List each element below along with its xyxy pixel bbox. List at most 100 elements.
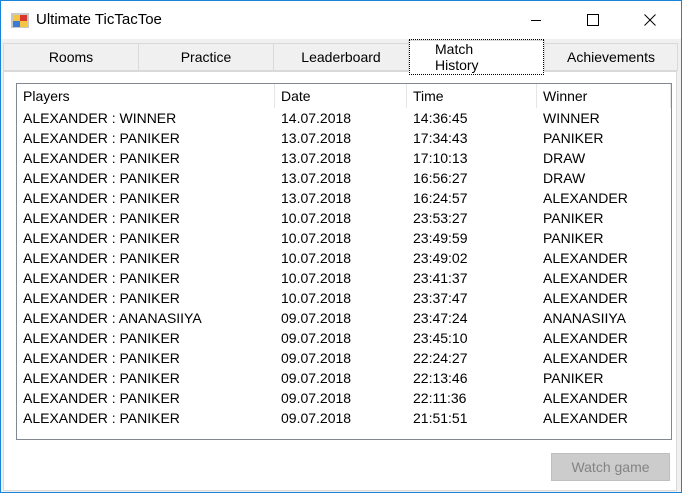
cell-winner: ALEXANDER: [543, 250, 628, 266]
close-button[interactable]: [627, 1, 673, 39]
cell-time: 14:36:45: [413, 110, 468, 126]
cell-players: ALEXANDER : PANIKER: [23, 230, 180, 246]
cell-winner: PANIKER: [543, 230, 604, 246]
table-row[interactable]: ALEXANDER : PANIKER 09.07.2018 22:24:27 ALE…: [17, 348, 671, 368]
column-header-date[interactable]: Date: [275, 84, 407, 108]
minimize-button[interactable]: [513, 1, 559, 39]
cell-date: 13.07.2018: [281, 190, 352, 206]
cell-players: ALEXANDER : WINNER: [23, 110, 177, 126]
cell-date: 10.07.2018: [281, 270, 352, 286]
cell-time: 16:56:27: [413, 170, 468, 186]
cell-players: ALEXANDER : PANIKER: [23, 170, 180, 186]
table-row[interactable]: ALEXANDER : PANIKER 10.07.2018 23:41:37 ALE…: [17, 268, 671, 288]
cell-players: ALEXANDER : PANIKER: [23, 330, 180, 346]
close-icon: [644, 14, 656, 26]
table-row[interactable]: ALEXANDER : PANIKER 13.07.2018 16:56:27 DRA…: [17, 168, 671, 188]
cell-players: ALEXANDER : PANIKER: [23, 410, 180, 426]
tab-achievements[interactable]: Achievements: [544, 43, 678, 71]
cell-time: 22:11:36: [413, 390, 467, 406]
column-header-time[interactable]: Time: [407, 84, 537, 108]
cell-date: 09.07.2018: [281, 310, 352, 326]
cell-time: 22:24:27: [413, 350, 468, 366]
cell-players: ALEXANDER : PANIKER: [23, 250, 180, 266]
table-row[interactable]: ALEXANDER : PANIKER 10.07.2018 23:49:02 ALE…: [17, 248, 671, 268]
table-row[interactable]: ALEXANDER : PANIKER 10.07.2018 23:37:47 ALE…: [17, 288, 671, 308]
table-row[interactable]: ALEXANDER : PANIKER 10.07.2018 23:49:59 PAN…: [17, 228, 671, 248]
tab-label: Rooms: [48, 49, 94, 65]
watch-game-label: Watch game: [571, 459, 650, 475]
tab-practice[interactable]: Practice: [138, 43, 274, 71]
cell-players: ALEXANDER : PANIKER: [23, 210, 180, 226]
table-row[interactable]: ALEXANDER : WINNER 14.07.2018 14:36:45 WINN…: [17, 108, 671, 128]
cell-date: 14.07.2018: [281, 110, 352, 126]
cell-winner: ALEXANDER: [543, 350, 628, 366]
cell-date: 09.07.2018: [281, 390, 352, 406]
table-row[interactable]: ALEXANDER : PANIKER 09.07.2018 21:51:51 ALE…: [17, 408, 671, 428]
cell-date: 09.07.2018: [281, 410, 352, 426]
minimize-icon: [531, 20, 541, 21]
window-title: Ultimate TicTacToe: [36, 11, 162, 28]
list-rows: ALEXANDER : WINNER 14.07.2018 14:36:45 WINN…: [17, 108, 671, 428]
tab-leaderboard[interactable]: Leaderboard: [273, 43, 409, 71]
cell-date: 09.07.2018: [281, 350, 352, 366]
tab-label: Leaderboard: [301, 49, 381, 65]
table-row[interactable]: ALEXANDER : PANIKER 09.07.2018 22:13:46 PAN…: [17, 368, 671, 388]
cell-winner: PANIKER: [543, 210, 604, 226]
table-row[interactable]: ALEXANDER : PANIKER 13.07.2018 17:34:43 PAN…: [17, 128, 671, 148]
table-row[interactable]: ALEXANDER : ANANASIIYA 09.07.2018 23:47:24…: [17, 308, 671, 328]
cell-winner: ALEXANDER: [543, 270, 628, 286]
cell-players: ALEXANDER : PANIKER: [23, 350, 180, 366]
maximize-button[interactable]: [570, 1, 616, 39]
cell-winner: ALEXANDER: [543, 390, 628, 406]
cell-players: ALEXANDER : PANIKER: [23, 270, 180, 286]
cell-time: 23:45:10: [413, 330, 468, 346]
cell-winner: ALEXANDER: [543, 290, 628, 306]
match-history-list[interactable]: Players Date Time Winner ALEXANDER : WIN…: [16, 83, 672, 440]
maximize-icon: [587, 14, 599, 26]
cell-time: 16:24:57: [413, 190, 468, 206]
cell-date: 13.07.2018: [281, 150, 352, 166]
cell-time: 23:49:59: [413, 230, 468, 246]
cell-time: 17:34:43: [413, 130, 468, 146]
cell-date: 09.07.2018: [281, 330, 352, 346]
app-window: Ultimate TicTacToe Rooms Practice Leader…: [0, 0, 682, 493]
cell-date: 10.07.2018: [281, 290, 352, 306]
table-row[interactable]: ALEXANDER : PANIKER 13.07.2018 16:24:57 ALE…: [17, 188, 671, 208]
cell-date: 13.07.2018: [281, 170, 352, 186]
tab-rooms[interactable]: Rooms: [3, 43, 139, 71]
column-header-winner[interactable]: Winner: [537, 84, 671, 108]
column-header-players[interactable]: Players: [17, 84, 275, 108]
tab-bar: Rooms Practice Leaderboard Match History…: [1, 38, 681, 75]
title-bar[interactable]: Ultimate TicTacToe: [1, 1, 681, 39]
cell-winner: ALEXANDER: [543, 190, 628, 206]
cell-players: ALEXANDER : PANIKER: [23, 290, 180, 306]
tab-label: Achievements: [567, 49, 655, 65]
cell-players: ALEXANDER : PANIKER: [23, 370, 180, 386]
cell-time: 23:41:37: [413, 270, 468, 286]
cell-winner: ALEXANDER: [543, 410, 628, 426]
app-icon: [11, 13, 29, 28]
cell-time: 17:10:13: [413, 150, 468, 166]
watch-game-button[interactable]: Watch game: [551, 453, 670, 481]
cell-winner: DRAW: [543, 170, 586, 186]
cell-date: 10.07.2018: [281, 230, 352, 246]
cell-time: 23:49:02: [413, 250, 468, 266]
cell-winner: WINNER: [543, 110, 600, 126]
table-row[interactable]: ALEXANDER : PANIKER 09.07.2018 23:45:10 ALE…: [17, 328, 671, 348]
table-row[interactable]: ALEXANDER : PANIKER 13.07.2018 17:10:13 DRA…: [17, 148, 671, 168]
table-row[interactable]: ALEXANDER : PANIKER 09.07.2018 22:11:36 ALE…: [17, 388, 671, 408]
cell-time: 23:47:24: [413, 310, 468, 326]
cell-winner: PANIKER: [543, 370, 604, 386]
cell-winner: ANANASIIYA: [543, 310, 626, 326]
cell-time: 23:37:47: [413, 290, 468, 306]
cell-time: 21:51:51: [413, 410, 468, 426]
list-header: Players Date Time Winner: [17, 84, 671, 108]
cell-winner: PANIKER: [543, 130, 604, 146]
cell-date: 09.07.2018: [281, 370, 352, 386]
table-row[interactable]: ALEXANDER : PANIKER 10.07.2018 23:53:27 PAN…: [17, 208, 671, 228]
cell-date: 10.07.2018: [281, 250, 352, 266]
cell-players: ALEXANDER : PANIKER: [23, 390, 180, 406]
tab-match-history[interactable]: Match History: [408, 38, 545, 75]
cell-players: ALEXANDER : ANANASIIYA: [23, 310, 202, 326]
cell-date: 13.07.2018: [281, 130, 352, 146]
